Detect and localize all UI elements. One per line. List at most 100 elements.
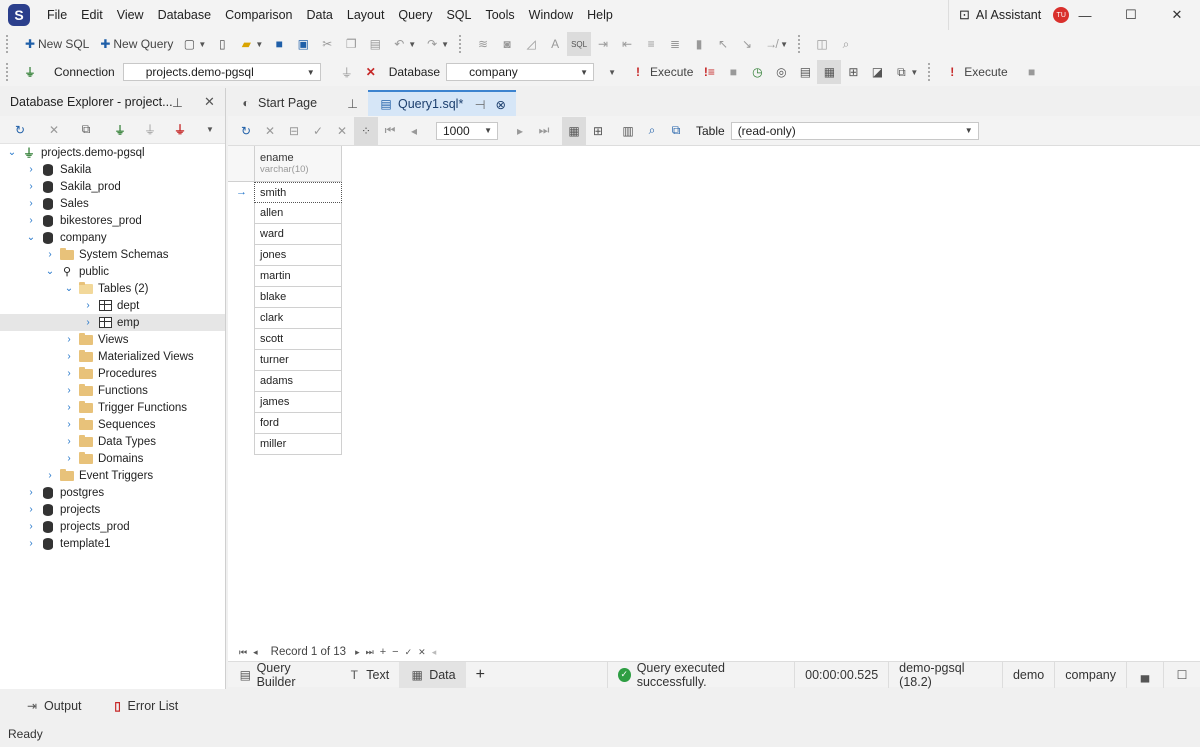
new-sql-button[interactable]: ✚ New SQL	[18, 32, 93, 56]
collapse-button[interactable]: ⧉	[74, 118, 98, 142]
scroll-left-icon[interactable]: ◂	[432, 647, 437, 658]
panel-full-button[interactable]: ☐	[1163, 661, 1200, 688]
pin-icon[interactable]: ⊥	[347, 96, 358, 111]
panel-bottom-button[interactable]: ▄	[1126, 661, 1163, 688]
discard-button[interactable]: ✕	[330, 119, 354, 143]
chevron-right-icon[interactable]: ›	[25, 487, 37, 498]
chevron-down-icon[interactable]: ▼	[608, 68, 616, 77]
tree-node[interactable]: › projects_prod	[0, 518, 225, 535]
first-record-icon[interactable]: ⏮	[239, 647, 247, 658]
stop2-button[interactable]: ■	[1020, 60, 1044, 84]
find-data-button[interactable]: ⌕	[640, 119, 664, 143]
indent-button[interactable]: ⇥	[591, 32, 615, 56]
prev-record-icon[interactable]: ◂	[253, 647, 258, 658]
tab-start-page[interactable]: ◐ Start Page ⊥	[228, 90, 368, 116]
chevron-right-icon[interactable]: ›	[63, 368, 75, 379]
cancel-button[interactable]: ✕	[258, 119, 282, 143]
database-select[interactable]: company ▼	[446, 63, 595, 81]
column-header-ename[interactable]: ename varchar(10)	[254, 146, 342, 182]
menu-help[interactable]: Help	[580, 8, 620, 22]
new-document-button[interactable]: ▢ ▼	[177, 32, 210, 56]
tree-node[interactable]: › template1	[0, 535, 225, 552]
tree-node[interactable]: › Materialized Views	[0, 348, 225, 365]
new-file-button[interactable]: ▯	[210, 32, 234, 56]
connect-db-button[interactable]: ⏚	[138, 118, 162, 142]
export-data-button[interactable]: ⧉	[664, 119, 688, 143]
columns-button[interactable]: ▥	[616, 119, 640, 143]
chart-view-button[interactable]: ◪	[865, 60, 889, 84]
table-cell[interactable]: jones	[254, 245, 342, 266]
table-cell[interactable]: scott	[254, 329, 342, 350]
table-cell[interactable]: miller	[254, 434, 342, 455]
prev-bookmark-button[interactable]: ↖	[711, 32, 735, 56]
undo-button[interactable]: ↶ ▼	[387, 32, 420, 56]
tree-node[interactable]: › Procedures	[0, 365, 225, 382]
tree-node[interactable]: › System Schemas	[0, 246, 225, 263]
tree-node[interactable]: › Sequences	[0, 416, 225, 433]
table-cell[interactable]: allen	[254, 203, 342, 224]
first-page-button[interactable]: ⏮	[378, 119, 402, 143]
copy-button[interactable]: ❐	[339, 32, 363, 56]
last-record-icon[interactable]: ⏭	[366, 647, 374, 658]
table-cell[interactable]: smith	[254, 182, 342, 203]
new-query-button[interactable]: ✚ New Query	[93, 32, 177, 56]
tree-node[interactable]: ⌄ ⏚ projects.demo-pgsql	[0, 144, 225, 161]
toolbar-grip[interactable]	[6, 63, 12, 81]
chevron-right-icon[interactable]: ›	[25, 215, 37, 226]
chevron-right-icon[interactable]: ›	[82, 317, 94, 328]
grid-view-button[interactable]: ▦	[562, 116, 586, 145]
minimize-button[interactable]: —	[1062, 0, 1108, 30]
ai-assistant-button[interactable]: ⊡ AI Assistant TU	[948, 0, 1070, 30]
menu-view[interactable]: View	[110, 8, 151, 22]
profile-button[interactable]: ◎	[769, 60, 793, 84]
chevron-right-icon[interactable]: ›	[63, 334, 75, 345]
find-button[interactable]: ⌕	[834, 32, 858, 56]
tree-node[interactable]: › projects	[0, 501, 225, 518]
tab-error-list[interactable]: ▯ Error List	[100, 693, 189, 719]
table-cell[interactable]: ward	[254, 224, 342, 245]
tab-output[interactable]: ⇥ Output	[14, 693, 92, 719]
chart-button[interactable]: ◿	[519, 32, 543, 56]
next-bookmark-button[interactable]: ↘	[735, 32, 759, 56]
tab-query-builder[interactable]: ▤ Query Builder	[228, 661, 336, 689]
toolbar-grip[interactable]	[6, 35, 12, 53]
menu-file[interactable]: File	[40, 8, 74, 22]
export-button[interactable]: ⧉ ▼	[889, 60, 922, 84]
chevron-right-icon[interactable]: ›	[25, 198, 37, 209]
chevron-down-icon[interactable]: ▼	[206, 125, 214, 134]
chevron-right-icon[interactable]: ›	[63, 453, 75, 464]
tree-node[interactable]: › Domains	[0, 450, 225, 467]
tree-node[interactable]: › Sales	[0, 195, 225, 212]
open-button[interactable]: ▰ ▼	[234, 32, 267, 56]
chevron-right-icon[interactable]: ›	[44, 470, 56, 481]
table-cell[interactable]: clark	[254, 308, 342, 329]
table-cell[interactable]: martin	[254, 266, 342, 287]
menu-comparison[interactable]: Comparison	[218, 8, 299, 22]
chevron-right-icon[interactable]: ›	[63, 436, 75, 447]
tree-node[interactable]: › Sakila_prod	[0, 178, 225, 195]
tree-node[interactable]: ⌄ Tables (2)	[0, 280, 225, 297]
confirm-record-icon[interactable]: ✓	[405, 647, 413, 658]
stop-button[interactable]: ■	[721, 60, 745, 84]
chevron-right-icon[interactable]: ›	[63, 402, 75, 413]
chevron-right-icon[interactable]: ›	[63, 419, 75, 430]
pin-icon[interactable]: ⊣	[475, 97, 486, 112]
pin-icon[interactable]: ⊥	[172, 95, 183, 110]
history-button[interactable]: ◷	[745, 60, 769, 84]
save-button[interactable]: ■	[267, 32, 291, 56]
menu-database[interactable]: Database	[151, 8, 219, 22]
menu-window[interactable]: Window	[522, 8, 580, 22]
table-cell[interactable]: turner	[254, 350, 342, 371]
plug-button[interactable]: ⏚	[335, 60, 359, 84]
menu-tools[interactable]: Tools	[478, 8, 521, 22]
next-record-icon[interactable]: ▸	[355, 647, 360, 658]
tree-node[interactable]: › emp	[0, 314, 225, 331]
tab-data[interactable]: ▦ Data	[399, 661, 466, 688]
table-cell[interactable]: adams	[254, 371, 342, 392]
table-cell[interactable]: james	[254, 392, 342, 413]
tree-node[interactable]: › Views	[0, 331, 225, 348]
tree-node[interactable]: › bikestores_prod	[0, 212, 225, 229]
close-icon[interactable]: ⊗	[496, 97, 506, 112]
card-view-button[interactable]: ⊞	[586, 119, 610, 143]
add-tab-button[interactable]: +	[466, 662, 495, 688]
